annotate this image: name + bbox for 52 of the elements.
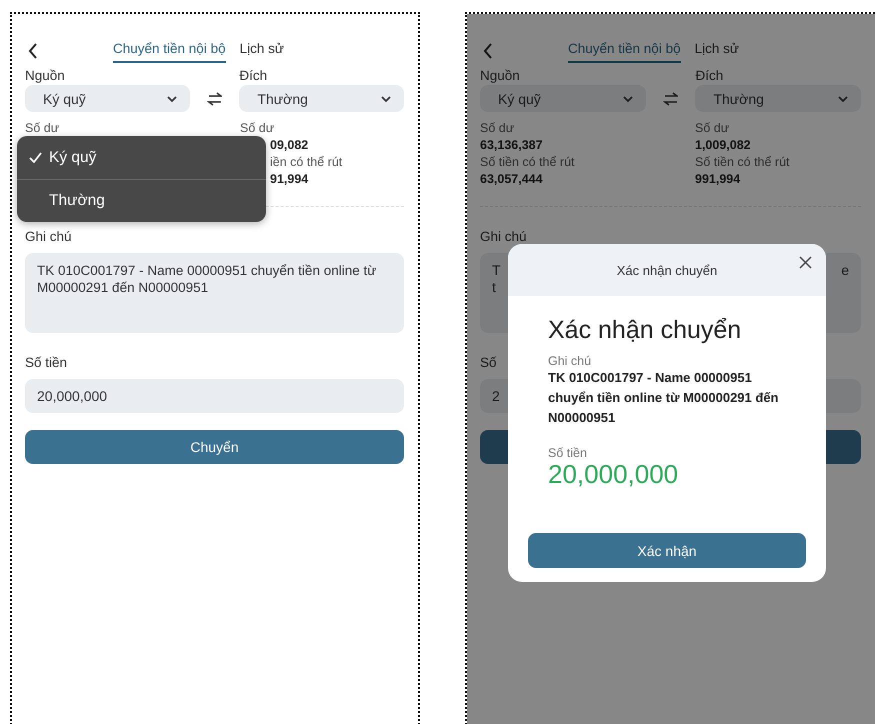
dropdown-option[interactable]: Thường: [17, 179, 266, 222]
note-text: T: [492, 262, 501, 279]
field-label: Số tiền: [25, 355, 68, 371]
balance-label: Số dư: [695, 120, 730, 137]
balance-label: Số dư: [25, 120, 60, 137]
tab[interactable]: Lịch sử: [694, 39, 739, 63]
check-icon: [29, 152, 42, 163]
note-text: TK 010C001797 - Name 00000951 chuyển tiền online từ M00000291 đến N00000951: [548, 369, 780, 427]
close-icon[interactable]: [799, 256, 812, 269]
chevron-down-icon: [166, 94, 178, 102]
note-field[interactable]: TK 010C001797 - Name 00000951 chuyển tiền online từ M00000291 đến N00000951: [25, 253, 404, 333]
tab[interactable]: Chuyển tiền nội bộ: [568, 39, 681, 63]
swap-icon[interactable]: [206, 92, 222, 106]
confirm-button[interactable]: Xác nhận: [528, 533, 806, 568]
source-select[interactable]: Ký quỹ: [480, 85, 646, 112]
chevron-down-icon: [836, 94, 849, 102]
balance-value: 09,082: [269, 137, 310, 154]
dropdown-option[interactable]: Ký quỹ: [17, 136, 266, 179]
amount-value: 20,000,000: [548, 460, 680, 488]
field-label: Nguồn: [480, 68, 520, 84]
amount-field[interactable]: 20,000,000: [25, 379, 404, 413]
target-select[interactable]: Thường: [695, 85, 861, 112]
balance-label: Số tiền có thể rút: [695, 154, 791, 171]
balance-value: 63,136,387: [480, 137, 544, 154]
dialog-heading: Xác nhận chuyển: [548, 315, 742, 346]
note-text: t: [492, 279, 497, 296]
field-label: Đích: [695, 68, 724, 84]
amount-label: Số tiền: [548, 446, 588, 460]
chevron-down-icon: [380, 94, 392, 102]
field-label: Đích: [239, 68, 268, 84]
balance-label: Số tiền có thể rút: [480, 154, 576, 171]
field-label: Ghi chú: [25, 229, 72, 245]
balance-value: 63,057,444: [480, 171, 544, 188]
balance-value: 1,009,082: [695, 137, 752, 154]
back-icon[interactable]: [28, 43, 38, 59]
field-label: Ghi chú: [480, 229, 527, 245]
target-select[interactable]: Thường: [239, 85, 404, 112]
balance-label: iền có thể rút: [269, 154, 344, 171]
submit-button[interactable]: Chuyển: [25, 430, 404, 464]
field-label: Số: [480, 355, 497, 371]
note-label: Ghi chú: [548, 354, 592, 368]
source-select[interactable]: Ký quỹ: [25, 85, 190, 112]
tab[interactable]: Lịch sử: [240, 39, 284, 63]
tab[interactable]: Chuyển tiền nội bộ: [113, 39, 226, 63]
chevron-down-icon: [622, 94, 634, 102]
note-text: e: [841, 262, 849, 279]
field-label: Nguồn: [25, 68, 65, 84]
dialog-title: Xác nhận chuyển: [616, 262, 718, 278]
balance-label: Số dư: [480, 120, 516, 137]
balance-value: 991,994: [695, 171, 742, 188]
balance-label: Số dư: [240, 120, 276, 137]
balance-value: 91,994: [269, 171, 310, 188]
